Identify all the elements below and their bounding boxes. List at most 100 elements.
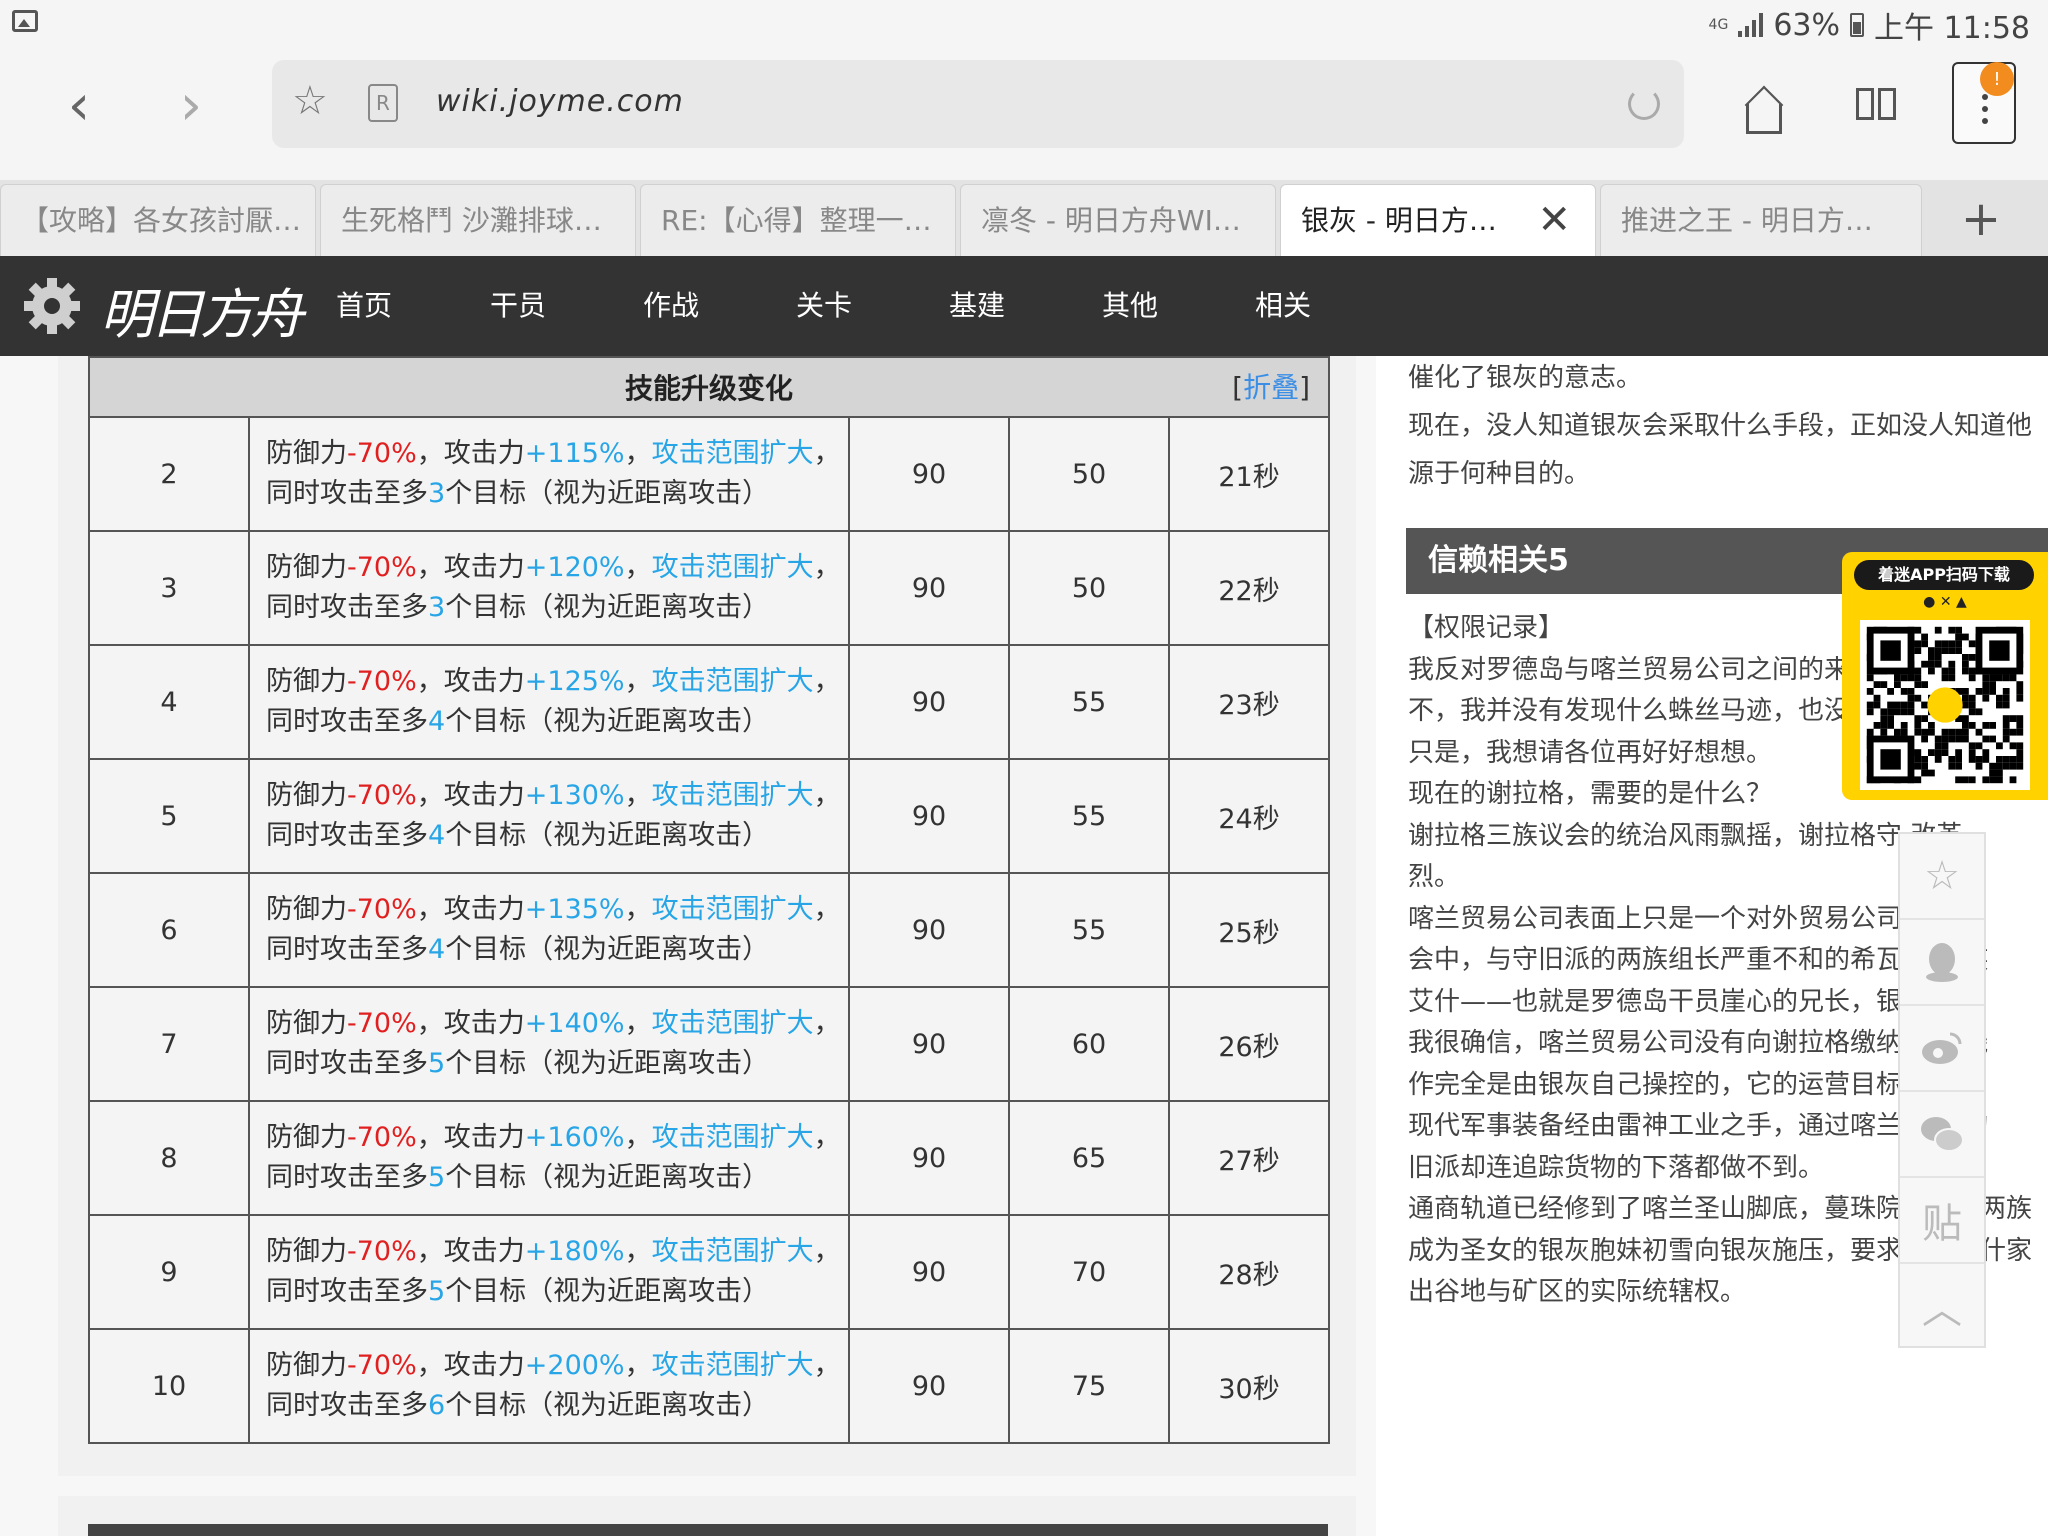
cost-cell: 90 <box>848 872 1010 988</box>
next-section-header <box>88 1524 1328 1536</box>
back-to-top-icon[interactable]: ︿ <box>1900 1264 1984 1348</box>
duration-cell: 25秒 <box>1167 872 1331 988</box>
nav-stages[interactable]: 关卡 <box>796 256 852 356</box>
text-line: 我反对罗德岛与喀兰贸易公司之间的来 <box>1408 654 1851 685</box>
duration-cell: 24秒 <box>1167 758 1331 874</box>
qr-code-image <box>1860 620 2030 790</box>
nav-combat[interactable]: 作战 <box>643 256 699 356</box>
range-link[interactable]: 攻击范围扩大 <box>652 780 814 811</box>
browser-tab-active[interactable]: 银灰 - 明日方… ✕ <box>1280 184 1596 256</box>
browser-tab[interactable]: 【攻略】各女孩討厭… <box>0 184 316 256</box>
effect-cell: 防御力-70%，攻击力+160%，攻击范围扩大， 同时攻击至多5个目标（视为近距离… <box>248 1100 850 1216</box>
back-button[interactable]: ‹ <box>44 70 114 140</box>
tab-strip: 【攻略】各女孩討厭… 生死格鬥 沙灘排球… RE:【心得】整理一… 凛冬 - 明… <box>0 180 2048 256</box>
sp-cell: 70 <box>1008 1214 1170 1330</box>
text-line: 不，我并没有发现什么蛛丝马迹，也没 <box>1408 696 1851 726</box>
level-cell: 10 <box>88 1328 250 1444</box>
level-cell: 5 <box>88 758 250 874</box>
cost-cell: 90 <box>848 416 1010 532</box>
range-link[interactable]: 攻击范围扩大 <box>652 438 814 469</box>
sp-cell: 55 <box>1008 644 1170 760</box>
nav-home[interactable]: 首页 <box>336 256 392 356</box>
level-cell: 8 <box>88 1100 250 1216</box>
range-link[interactable]: 攻击范围扩大 <box>652 666 814 697</box>
text-line: 源于何种目的。 <box>1408 459 1591 489</box>
browser-tab[interactable]: 推进之王 - 明日方… <box>1600 184 1922 256</box>
wechat-icon[interactable] <box>1900 1092 1984 1178</box>
reload-icon[interactable] <box>1628 88 1660 120</box>
tieba-icon[interactable]: 贴 <box>1900 1178 1984 1264</box>
text-line: 烈。 <box>1408 862 1461 892</box>
cost-cell: 90 <box>848 1214 1010 1330</box>
gear-icon[interactable] <box>20 274 84 338</box>
cost-cell: 90 <box>848 1100 1010 1216</box>
fold-toggle[interactable]: [折叠] <box>1232 366 1310 406</box>
duration-cell: 28秒 <box>1167 1214 1331 1330</box>
text-line: 催化了银灰的意志。 <box>1408 363 1643 393</box>
site-logo[interactable]: 明日方舟 <box>100 270 304 349</box>
favorite-star-icon[interactable]: ☆ <box>1900 834 1984 920</box>
url-text[interactable]: wiki.joyme.com <box>436 84 684 119</box>
duration-cell: 27秒 <box>1167 1100 1331 1216</box>
sp-cell: 60 <box>1008 986 1170 1102</box>
close-tab-icon[interactable]: ✕ <box>1537 185 1571 255</box>
table-row: 9 防御力-70%，攻击力+180%，攻击范围扩大， 同时攻击至多5个目标（视为近距… <box>88 1214 1331 1330</box>
table-body: 2 防御力-70%，攻击力+115%，攻击范围扩大， 同时攻击至多3个目标（视为近距… <box>88 416 1331 1444</box>
browser-tab[interactable]: RE:【心得】整理一… <box>640 184 956 256</box>
sp-cell: 55 <box>1008 872 1170 988</box>
nav-related[interactable]: 相关 <box>1255 256 1311 356</box>
sp-cell: 50 <box>1008 416 1170 532</box>
effect-cell: 防御力-70%，攻击力+125%，攻击范围扩大， 同时攻击至多4个目标（视为近距离… <box>248 644 850 760</box>
forward-button[interactable]: › <box>156 70 226 140</box>
share-sidebar: ☆ 贴 ︿ <box>1898 832 1986 1348</box>
effect-cell: 防御力-70%，攻击力+135%，攻击范围扩大， 同时攻击至多4个目标（视为近距离… <box>248 872 850 988</box>
text-line: 出谷地与矿区的实际统辖权。 <box>1408 1277 1747 1307</box>
browser-tab[interactable]: 生死格鬥 沙灘排球… <box>320 184 636 256</box>
range-link[interactable]: 攻击范围扩大 <box>652 1236 814 1267</box>
effect-cell: 防御力-70%，攻击力+180%，攻击范围扩大， 同时攻击至多5个目标（视为近距离… <box>248 1214 850 1330</box>
table-row: 8 防御力-70%，攻击力+160%，攻击范围扩大， 同时攻击至多5个目标（视为近距… <box>88 1100 1331 1216</box>
level-cell: 3 <box>88 530 250 646</box>
table-header-row: 技能升级变化 [折叠] <box>87 356 1331 418</box>
nav-other[interactable]: 其他 <box>1102 256 1158 356</box>
fold-link[interactable]: 折叠 <box>1243 371 1299 404</box>
apple-icon: ● <box>1923 594 1936 610</box>
new-tab-button[interactable]: + <box>1926 184 2036 256</box>
table-row: 3 防御力-70%，攻击力+120%，攻击范围扩大， 同时攻击至多3个目标（视为近距… <box>88 530 1331 646</box>
text-line: 喀兰贸易公司表面上只是一个对外贸易公司 的真 <box>1408 903 1963 934</box>
cost-cell: 90 <box>848 530 1010 646</box>
range-link[interactable]: 攻击范围扩大 <box>652 1350 814 1381</box>
range-link[interactable]: 攻击范围扩大 <box>652 894 814 925</box>
home-icon[interactable] <box>1746 104 1782 134</box>
bookmarks-icon[interactable] <box>1856 88 1896 120</box>
battery-percent: 63% <box>1773 7 1840 43</box>
browser-tab[interactable]: 凛冬 - 明日方舟WI… <box>960 184 1276 256</box>
level-cell: 6 <box>88 872 250 988</box>
nav-operators[interactable]: 干员 <box>490 256 546 356</box>
range-link[interactable]: 攻击范围扩大 <box>652 1122 814 1153</box>
address-bar[interactable]: ☆ R wiki.joyme.com <box>272 60 1684 148</box>
platform-icons: ● ✕ ▲ <box>1923 594 1967 610</box>
effect-cell: 防御力-70%，攻击力+140%，攻击范围扩大， 同时攻击至多5个目标（视为近距离… <box>248 986 850 1102</box>
table-title: 技能升级变化 <box>625 372 794 405</box>
level-cell: 7 <box>88 986 250 1102</box>
table-row: 6 防御力-70%，攻击力+135%，攻击范围扩大， 同时攻击至多4个目标（视为近距… <box>88 872 1331 988</box>
table-row: 7 防御力-70%，攻击力+140%，攻击范围扩大， 同时攻击至多5个目标（视为近距… <box>88 986 1331 1102</box>
status-indicators: 4G 63% 上午 11:58 <box>1709 6 2030 47</box>
app-qr-popup[interactable]: 着迷APP扫码下载 ● ✕ ▲ <box>1842 552 2048 800</box>
duration-cell: 30秒 <box>1167 1328 1331 1444</box>
skill-upgrade-table: 技能升级变化 [折叠] 2 防御力-70%，攻击力+115%，攻击范围扩大， 同时攻… <box>87 356 1331 1444</box>
signal-icon <box>1738 13 1764 37</box>
qq-icon[interactable] <box>1900 920 1984 1006</box>
text-line: 艾什——也就是罗德岛干员崖心的兄长，银 <box>1408 986 1903 1017</box>
reader-mode-icon[interactable]: R <box>368 84 398 122</box>
sp-cell: 50 <box>1008 530 1170 646</box>
effect-cell: 防御力-70%，攻击力+115%，攻击范围扩大， 同时攻击至多3个目标（视为近距离… <box>248 416 850 532</box>
nav-base[interactable]: 基建 <box>949 256 1005 356</box>
effect-cell: 防御力-70%，攻击力+120%，攻击范围扩大， 同时攻击至多3个目标（视为近距离… <box>248 530 850 646</box>
effect-cell: 防御力-70%，攻击力+130%，攻击范围扩大， 同时攻击至多4个目标（视为近距离… <box>248 758 850 874</box>
bookmark-star-icon[interactable]: ☆ <box>292 78 328 124</box>
weibo-icon[interactable] <box>1900 1006 1984 1092</box>
range-link[interactable]: 攻击范围扩大 <box>652 1008 814 1039</box>
range-link[interactable]: 攻击范围扩大 <box>652 552 814 583</box>
